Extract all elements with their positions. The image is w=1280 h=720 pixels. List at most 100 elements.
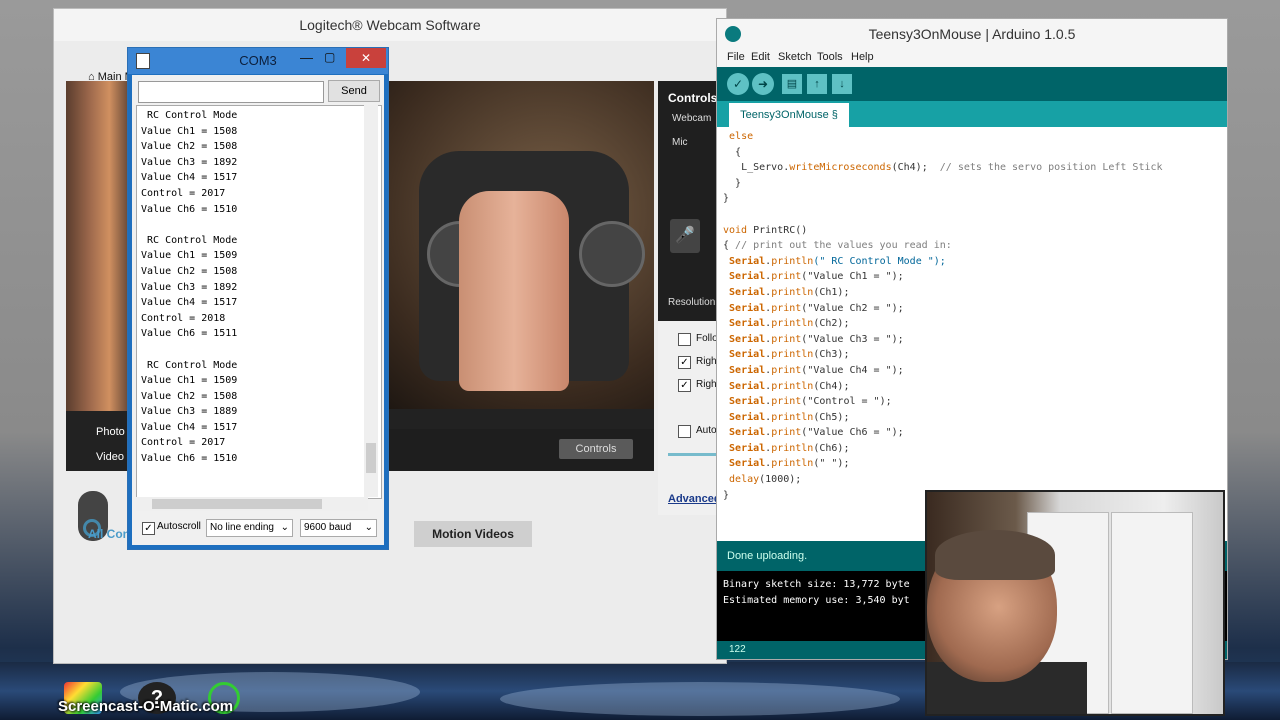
follow-label: Follo [696,333,718,344]
line-ending-select[interactable]: No line ending ⌄ [206,519,293,537]
horizontal-scrollbar[interactable] [136,497,368,511]
serial-output-text: RC Control Mode Value Ch1 = 1508 Value Ch2… [137,106,381,467]
serial-line: Value Ch6 = 1510 [141,203,238,215]
upload-icon[interactable]: ➜ [752,73,774,95]
code-editor[interactable]: else { L_Servo.writeMicroseconds(Ch4); /… [723,129,1223,539]
microphone-icon: 🎤 [675,227,695,244]
serial-line [141,217,381,233]
microphone-button[interactable]: 🎤 [670,219,700,253]
controls-panel: Controls Webcam Mic 🎤 Resolution Follo ✓… [658,81,721,515]
camera-feed [389,81,654,409]
autoscroll-checkbox[interactable]: ✓ [142,522,155,535]
serial-line: Value Ch3 = 1892 [141,281,238,293]
serial-line: Value Ch3 = 1889 [141,406,238,418]
code-line: Serial.println(" "); [729,458,850,470]
code-line: } [723,193,730,205]
scroll-thumb[interactable] [366,443,376,473]
right-stick-image [579,221,645,287]
code-line: Serial.print("Value Ch2 = "); [729,302,904,314]
send-button[interactable]: Send [328,80,380,102]
serial-input[interactable] [138,81,324,103]
code-line: Serial.print("Value Ch4 = "); [729,364,904,376]
code-line: Serial.print("Value Ch1 = "); [729,271,904,283]
resolution-label: Resolution [668,297,716,308]
serial-line: Value Ch2 = 1508 [141,141,238,153]
serial-line: Control = 2018 [141,312,226,324]
camera-feed-left [66,81,128,411]
screencast-watermark: Screencast-O-Matic.com [58,698,234,715]
auto-checkbox[interactable] [678,425,691,438]
serial-line: Control = 2017 [141,187,226,199]
advanced-link[interactable]: Advanced [668,493,721,505]
code-line: else [729,131,754,142]
code-line: } [735,177,742,189]
code-line: Serial.print("Value Ch3 = "); [729,333,904,345]
toolbar: ✓ ➜ ▤ ↑ ↓ [717,67,1227,101]
menu-edit[interactable]: Edit [751,51,770,63]
menu-help[interactable]: Help [851,51,874,63]
vertical-scrollbar[interactable] [364,105,378,497]
serial-line: Value Ch6 = 1510 [141,453,238,465]
code-line: Serial.println(Ch2); [729,318,850,330]
serial-monitor-window: COM3 — ▢ ✕ Send RC Control Mode Value Ch1… [127,47,389,550]
auto-slider[interactable] [668,453,718,456]
verify-icon[interactable]: ✓ [727,73,749,95]
code-line: Serial.println(Ch4); [729,380,850,392]
serial-line: Value Ch4 = 1517 [141,172,238,184]
scroll-thumb[interactable] [152,499,322,509]
serial-line: Value Ch2 = 1508 [141,390,238,402]
close-button[interactable]: ✕ [346,48,386,68]
serial-line: Value Ch3 = 1892 [141,156,238,168]
right-checkbox-1[interactable]: ✓ [678,356,691,369]
menu-bar: File Edit Sketch Tools Help [717,49,1227,67]
code-line: Serial.println(Ch6); [729,442,850,454]
serial-line: RC Control Mode [141,359,238,371]
console-line: Estimated memory use: 3,540 byt [723,595,910,606]
close-icon: ✕ [360,51,372,65]
sketch-tab[interactable]: Teensy3OnMouse § [729,103,849,127]
photo-label: Photo [96,426,125,438]
code-line: Serial.println(Ch3); [729,349,850,361]
code-line: delay(1000); [729,474,802,486]
menu-file[interactable]: File [727,51,745,63]
code-line: Serial.print("Value Ch6 = "); [729,427,904,439]
controls-button[interactable]: Controls [559,439,633,459]
code-line: Serial.println(Ch1); [729,286,850,298]
code-line: { // print out the values you read in: [723,240,952,252]
serial-line: Value Ch2 = 1508 [141,265,238,277]
serial-line: Value Ch4 = 1517 [141,421,238,433]
webcam-label: Webcam [672,113,712,124]
console-line: Binary sketch size: 13,772 byte [723,579,910,590]
baud-select[interactable]: 9600 baud ⌄ [300,519,377,537]
serial-line: Value Ch4 = 1517 [141,297,238,309]
wave-decoration [500,682,900,716]
webcam-overlay [925,490,1225,716]
follow-checkbox[interactable] [678,333,691,346]
serial-line: RC Control Mode [141,234,238,246]
menu-tools[interactable]: Tools [817,51,843,63]
serial-line: RC Control Mode [141,110,238,121]
window-title: Logitech® Webcam Software [54,9,726,41]
menu-sketch[interactable]: Sketch [778,51,812,63]
code-line: Serial.print("Control = "); [729,396,892,408]
serial-line: Control = 2017 [141,437,226,449]
save-icon[interactable]: ↓ [832,74,852,94]
serial-output: RC Control Mode Value Ch1 = 1508 Value Ch2… [136,105,382,499]
serial-line: Value Ch1 = 1509 [141,250,238,262]
chevron-down-icon: ⌄ [280,522,289,533]
maximize-icon[interactable]: ▢ [324,50,335,64]
right-checkbox-2[interactable]: ✓ [678,379,691,392]
serial-line: Value Ch6 = 1511 [141,328,238,340]
presenter-hair [935,530,1055,580]
chevron-down-icon: ⌄ [364,522,373,533]
code-line: Serial.println(" RC Control Mode "); [729,255,946,267]
right-label-2: Righ [696,379,717,390]
open-icon[interactable]: ↑ [807,74,827,94]
new-icon[interactable]: ▤ [782,74,802,94]
serial-line: Value Ch1 = 1508 [141,125,238,137]
controls-title: Controls [668,91,718,105]
minimize-icon[interactable]: — [300,50,313,65]
tab-motion-videos[interactable]: Motion Videos [414,521,532,547]
code-line: Serial.println(Ch5); [729,411,850,423]
code-line: } [723,489,730,501]
